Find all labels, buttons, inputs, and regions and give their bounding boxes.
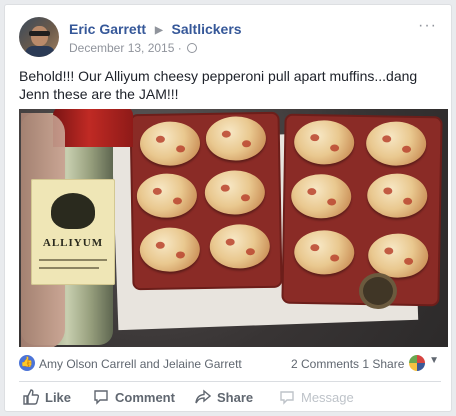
post-photo[interactable]: ALLIYUM: [19, 109, 448, 347]
bottle-label: ALLIYUM: [31, 179, 115, 285]
author-name-link[interactable]: Eric Garrett: [69, 21, 146, 37]
post-actions: Like Comment Share Message: [19, 389, 441, 413]
muffin-tray-right: [281, 113, 443, 307]
muffin: [367, 233, 429, 279]
avatar-face: [31, 26, 48, 46]
message-label: Message: [301, 390, 354, 405]
post-date-link[interactable]: December 13, 2015: [69, 41, 174, 55]
photo-ring: [359, 273, 397, 309]
muffin: [293, 229, 355, 275]
bottle-cap: [53, 109, 133, 147]
like-button[interactable]: Like: [23, 389, 71, 411]
muffin: [365, 121, 427, 167]
comment-label: Comment: [115, 390, 175, 405]
post-card: Eric Garrett ▶ Saltlickers December 13, …: [4, 4, 452, 412]
reactors-link[interactable]: Amy Olson Carrell and Jelaine Garrett: [39, 357, 242, 371]
viewer-avatar-icon[interactable]: [409, 355, 425, 371]
share-label: Share: [217, 390, 254, 405]
like-label: Like: [45, 390, 72, 405]
muffin: [293, 119, 355, 165]
muffin: [205, 115, 267, 161]
bottle-brand-text: ALLIYUM: [42, 237, 104, 249]
muffin: [139, 121, 201, 167]
muffin: [366, 173, 428, 219]
group-name-link[interactable]: Saltlickers: [172, 21, 242, 37]
muffin: [209, 223, 271, 269]
comment-icon: [94, 390, 108, 405]
comments-count-link[interactable]: 2 Comments: [291, 357, 359, 371]
avatar-shirt: [25, 46, 55, 57]
label-fine-print: [39, 259, 107, 261]
meta-separator: ·: [177, 41, 182, 55]
thumbs-up-icon[interactable]: 👍: [19, 355, 35, 371]
caret-right-icon: ▶: [154, 25, 163, 36]
reactions-bar: 👍 Amy Olson Carrell and Jelaine Garrett …: [19, 353, 441, 375]
post-header: Eric Garrett ▶ Saltlickers December 13, …: [19, 17, 441, 59]
muffin-tray-left: [129, 111, 283, 291]
thumbs-up-outline-icon: [23, 389, 39, 405]
muffin: [204, 169, 266, 216]
globe-icon[interactable]: [187, 43, 198, 53]
muffin: [290, 173, 352, 219]
muffin: [136, 173, 198, 219]
chevron-down-icon[interactable]: ▼: [429, 355, 439, 366]
share-button[interactable]: Share: [195, 389, 253, 411]
post-meta: December 13, 2015 ·: [69, 41, 198, 55]
messenger-icon: [280, 391, 294, 405]
more-options-icon[interactable]: ···: [418, 18, 437, 34]
engagement-counts: 2 Comments 1 Share: [291, 357, 404, 371]
share-arrow-icon: [195, 389, 211, 404]
label-fine-print: [39, 267, 99, 269]
avatar-sunglasses: [29, 31, 50, 36]
comment-button[interactable]: Comment: [93, 389, 175, 411]
message-button[interactable]: Message: [279, 389, 354, 411]
shares-count-link[interactable]: 1 Share: [362, 357, 404, 371]
bull-logo-icon: [51, 193, 95, 229]
muffin: [139, 227, 201, 273]
spice-bottle: ALLIYUM: [21, 109, 133, 347]
post-text: Behold!!! Our Alliyum cheesy pepperoni p…: [19, 68, 418, 102]
post-title-line: Eric Garrett ▶ Saltlickers: [69, 21, 242, 37]
author-avatar[interactable]: [19, 17, 59, 57]
divider: [19, 381, 441, 382]
